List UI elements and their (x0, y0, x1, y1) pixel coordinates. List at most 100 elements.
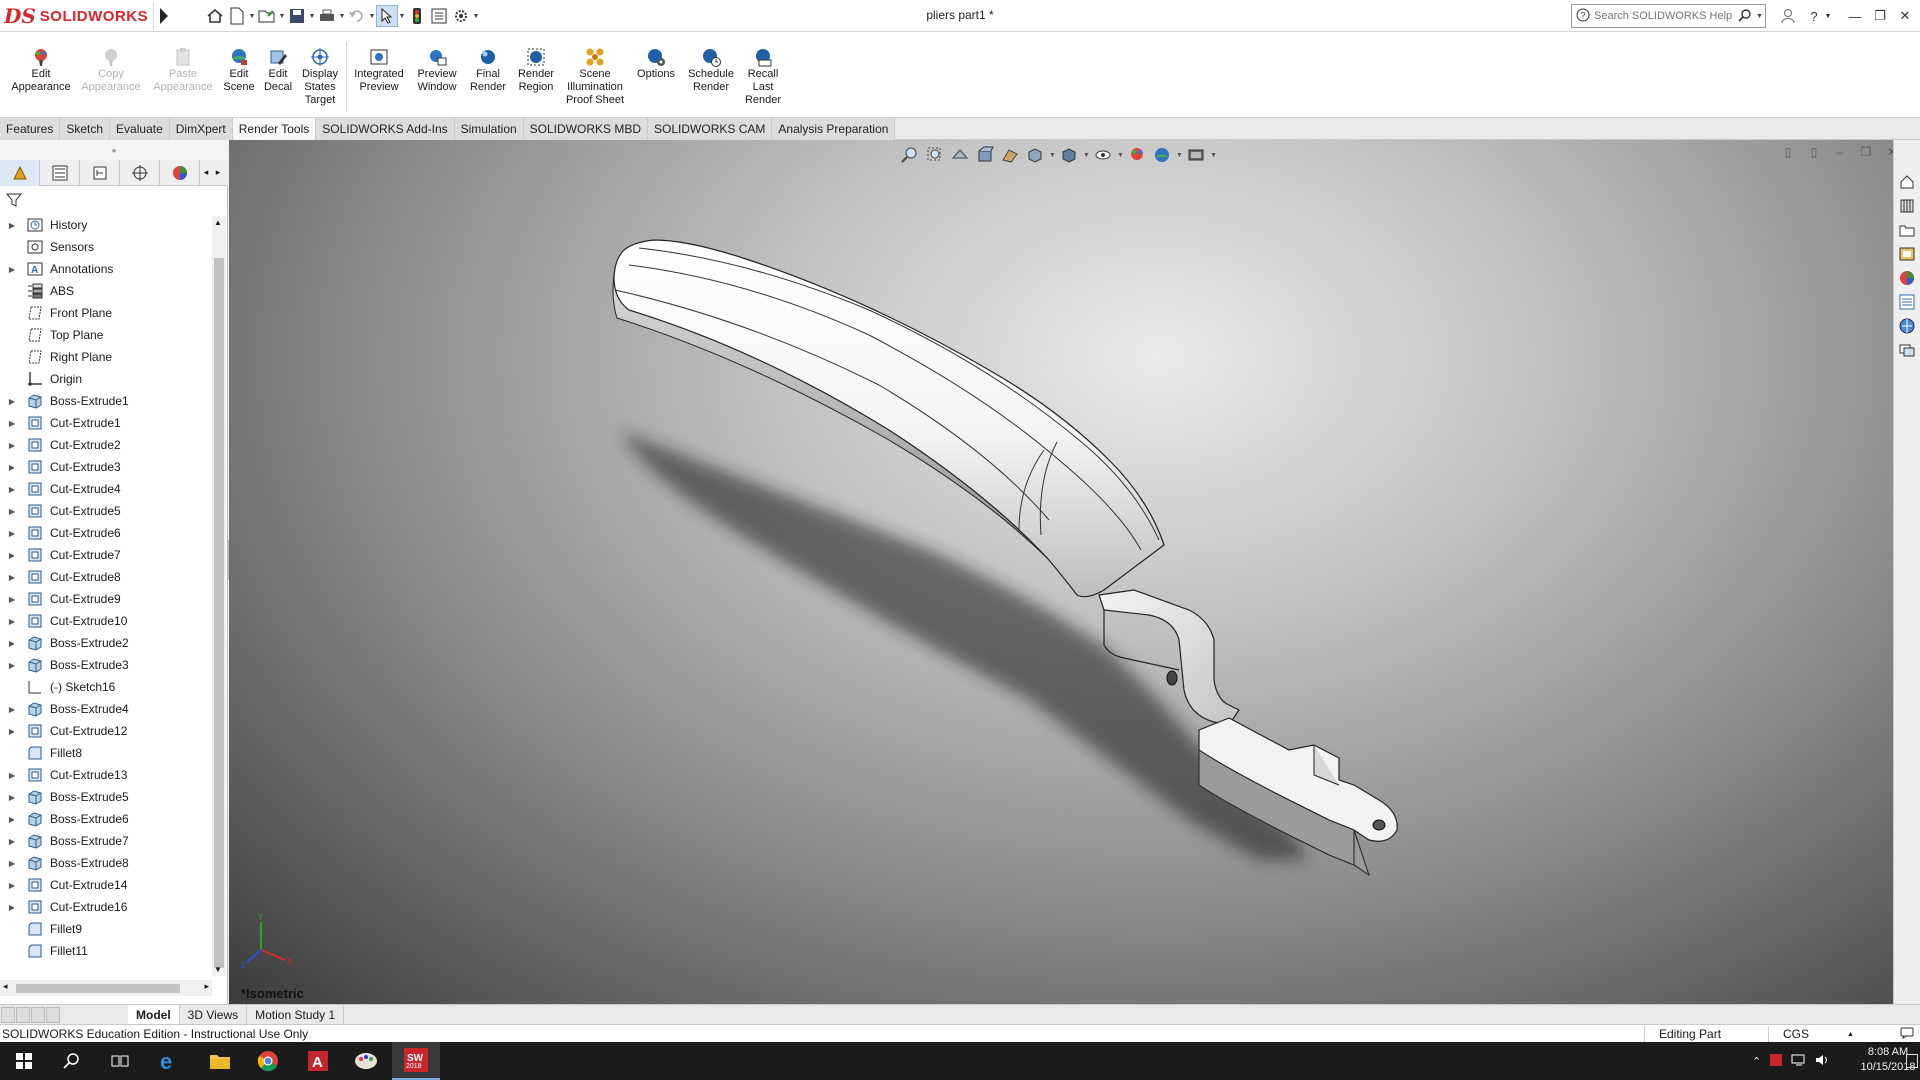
appearances-scenes-icon[interactable] (1894, 266, 1919, 290)
tree-node[interactable]: ▶ Boss-Extrude7 (0, 830, 212, 852)
new-document-icon[interactable] (226, 5, 248, 27)
display-style-dropdown-icon[interactable]: ▼ (1083, 152, 1090, 159)
undo-dropdown-icon[interactable]: ▼ (368, 5, 376, 27)
expand-arrow-icon[interactable]: ▶ (5, 610, 19, 632)
final-render-button[interactable]: Final Render (466, 46, 510, 94)
tray-app-icon[interactable] (1769, 1053, 1783, 1070)
tree-node[interactable]: Front Plane (0, 302, 212, 324)
undo-icon[interactable] (346, 5, 368, 27)
copy-appearance-button[interactable]: Copy Appearance (78, 46, 144, 94)
user-account-icon[interactable] (1776, 4, 1800, 28)
edit-appearance-icon[interactable] (1126, 144, 1148, 166)
tabs-scroll-right-icon[interactable]: ▸ (212, 160, 224, 185)
tree-node[interactable]: ▶ Cut-Extrude16 (0, 896, 212, 918)
dimxpertmanager-icon[interactable] (120, 160, 160, 186)
tree-node[interactable]: ▶ Boss-Extrude2 (0, 632, 212, 654)
tab-sketch[interactable]: Sketch (60, 118, 111, 140)
scroll-down-icon[interactable]: ▼ (214, 965, 222, 974)
tree-node[interactable]: ▶ Cut-Extrude4 (0, 478, 212, 500)
expand-arrow-icon[interactable]: ▶ (5, 896, 19, 918)
expand-arrow-icon[interactable]: ▶ (5, 632, 19, 654)
print-dropdown-icon[interactable]: ▼ (338, 5, 346, 27)
tree-node[interactable]: ▶ Cut-Extrude13 (0, 764, 212, 786)
expand-arrow-icon[interactable]: ▶ (5, 830, 19, 852)
hide-show-items-icon[interactable] (1092, 144, 1114, 166)
expand-arrow-icon[interactable]: ▶ (5, 786, 19, 808)
tab-analysis-preparation[interactable]: Analysis Preparation (772, 118, 896, 140)
propertymanager-icon[interactable] (40, 160, 80, 186)
tree-node[interactable]: Sensors (0, 236, 212, 258)
search-input[interactable] (1594, 10, 1734, 22)
autocad-icon[interactable]: A (294, 1042, 342, 1080)
display-states-target-button[interactable]: Display States Target (298, 46, 342, 107)
save-dropdown-icon[interactable]: ▼ (308, 5, 316, 27)
tab-solidworks-add-ins[interactable]: SOLIDWORKS Add-Ins (316, 118, 455, 140)
paint-icon[interactable] (342, 1042, 390, 1080)
edge-browser-icon[interactable]: e (144, 1042, 192, 1080)
expand-arrow-icon[interactable]: ▶ (5, 654, 19, 676)
next-tab-icon[interactable] (31, 1006, 45, 1023)
zoom-to-area-icon[interactable] (924, 144, 946, 166)
expand-arrow-icon[interactable]: ▶ (5, 566, 19, 588)
tab-dimxpert[interactable]: DimXpert (169, 118, 233, 140)
tab-motion-study-1[interactable]: Motion Study 1 (247, 1005, 345, 1024)
options-gear-icon[interactable] (450, 5, 472, 27)
integrated-preview-button[interactable]: Integrated Preview (350, 46, 408, 94)
scrollbar-thumb[interactable] (214, 258, 224, 968)
previous-view-icon[interactable] (949, 144, 971, 166)
search-dropdown-icon[interactable]: ▼ (1756, 13, 1763, 20)
scroll-up-icon[interactable]: ▲ (214, 218, 222, 227)
tree-horizontal-scrollbar[interactable]: ◂ ▸ (0, 980, 212, 996)
scene-illumination-proof-sheet-button[interactable]: Scene Illumination Proof Sheet (562, 46, 628, 107)
render-region-button[interactable]: Render Region (514, 46, 558, 94)
scroll-right-icon[interactable]: ▸ (204, 981, 209, 992)
close-window-icon[interactable]: ✕ (1893, 4, 1917, 28)
tree-node[interactable]: ▶ Cut-Extrude10 (0, 610, 212, 632)
save-icon[interactable] (286, 5, 308, 27)
tooltip-toggle-icon[interactable] (1898, 1025, 1916, 1041)
search-icon[interactable] (1738, 8, 1752, 25)
file-explorer-icon[interactable] (1894, 218, 1919, 242)
viewport-tile-icon[interactable]: ▯ (1778, 142, 1798, 162)
network-icon[interactable] (1791, 1053, 1807, 1070)
expand-arrow-icon[interactable]: ▶ (5, 214, 19, 236)
tree-node[interactable]: ▶ Cut-Extrude14 (0, 874, 212, 896)
preview-window-button[interactable]: Preview Window (412, 46, 462, 94)
print-icon[interactable] (316, 5, 338, 27)
home-icon[interactable] (204, 5, 226, 27)
custom-properties-icon[interactable] (1894, 290, 1919, 314)
viewport-minimize-icon[interactable]: – (1830, 142, 1850, 162)
edit-decal-button[interactable]: Edit Decal (262, 46, 294, 94)
tree-node[interactable]: ▶ Cut-Extrude8 (0, 566, 212, 588)
expand-arrow-icon[interactable]: ▶ (5, 478, 19, 500)
tree-node[interactable]: ▶ A Annotations (0, 258, 212, 280)
tree-node[interactable]: ▶ Boss-Extrude3 (0, 654, 212, 676)
expand-arrow-icon[interactable]: ▶ (5, 698, 19, 720)
tab-render-tools[interactable]: Render Tools (232, 118, 317, 140)
tree-node[interactable]: ▶ Boss-Extrude5 (0, 786, 212, 808)
edit-appearance-button[interactable]: Edit Appearance (8, 46, 74, 94)
tree-node[interactable]: Fillet11 (0, 940, 212, 962)
display-style-icon[interactable] (1058, 144, 1080, 166)
edit-scene-button[interactable]: Edit Scene (222, 46, 256, 94)
expand-arrow-icon[interactable]: ▶ (5, 434, 19, 456)
windows-start-icon[interactable] (0, 1042, 48, 1080)
view-settings-dropdown-icon[interactable]: ▼ (1210, 152, 1217, 159)
view-settings-icon[interactable] (1185, 144, 1207, 166)
expand-arrow-icon[interactable]: ▶ (5, 808, 19, 830)
search-icon[interactable] (48, 1042, 96, 1080)
panel-grip[interactable]: ● (0, 140, 228, 160)
tree-node[interactable]: ▶ Cut-Extrude6 (0, 522, 212, 544)
expand-arrow-icon[interactable]: ▶ (5, 522, 19, 544)
select-dropdown-icon[interactable]: ▼ (398, 5, 406, 27)
expand-arrow-icon[interactable]: ▶ (5, 720, 19, 742)
expand-arrow-icon[interactable]: ▶ (5, 500, 19, 522)
tree-vertical-scrollbar[interactable]: ▲ ▼ (212, 216, 226, 976)
expand-arrow-icon[interactable]: ▶ (5, 544, 19, 566)
tray-overflow-icon[interactable]: ⌃ (1752, 1055, 1761, 1068)
options-dropdown-icon[interactable]: ▼ (472, 5, 480, 27)
file-explorer-icon[interactable] (196, 1042, 244, 1080)
configurationmanager-icon[interactable] (80, 160, 120, 186)
hide-show-dropdown-icon[interactable]: ▼ (1117, 152, 1124, 159)
open-folder-icon[interactable] (256, 5, 278, 27)
